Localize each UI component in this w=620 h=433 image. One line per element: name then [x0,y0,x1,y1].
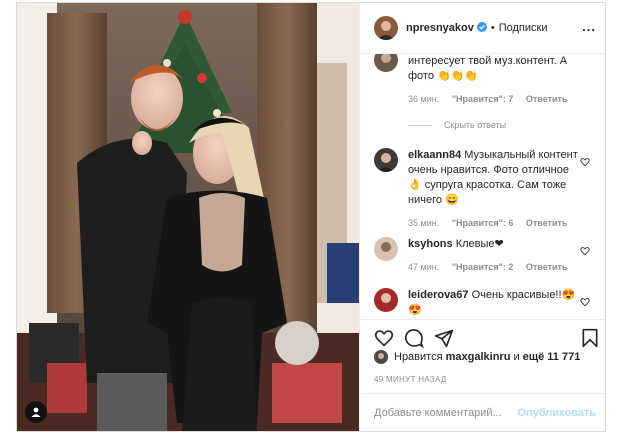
comment-time[interactable]: 35 мин. [408,218,439,228]
comment-avatar[interactable] [374,237,398,261]
comment-avatar[interactable] [374,54,398,72]
header-separator: • [490,22,495,34]
comment-input[interactable]: Добавьте комментарий... [374,407,502,419]
comment-body: интересует твой муз.контент. А фото 👏👏👏 … [408,54,578,107]
likes-prefix: Нравится [394,351,443,363]
author-username[interactable]: npresnyakov [406,22,474,34]
post-comment-button[interactable]: Опубликовать [517,407,596,419]
likes-middle: и [513,351,520,363]
comment-time[interactable]: 47 мин. [408,262,439,272]
comment-body: elkaann84 Музыкальный контент очень нрав… [408,148,578,231]
post-actions [360,319,605,354]
reply-button[interactable]: Ответить [526,218,568,228]
hide-replies-button[interactable]: Скрыть ответы [408,120,506,130]
more-options-button[interactable]: ... [582,19,596,34]
like-comment-icon[interactable] [580,154,590,172]
post-timestamp[interactable]: 49 МИНУТ НАЗАД [374,375,447,384]
liker-avatar[interactable] [374,350,388,364]
comment-username[interactable]: elkaann84 [408,149,461,161]
post-header: npresnyakov • Подписки ... [360,3,605,54]
comment-username[interactable]: ksyhons [408,238,453,250]
verified-badge-icon [476,19,487,37]
author-avatar[interactable] [374,16,398,40]
reply-button[interactable]: Ответить [526,262,568,272]
likes-summary: Нравится maxgalkinru и ещё 11 771 [374,350,580,364]
comment-body: ksyhons Клевые❤ 47 мин. "Нравится": 2 От… [408,237,578,275]
comment-time[interactable]: 36 мин. [408,94,439,104]
comment-meta: 47 мин. "Нравится": 2 Ответить [408,260,578,275]
post-image [17,3,359,431]
comment-meta: 35 мин. "Нравится": 6 Ответить [408,216,578,231]
post-modal: npresnyakov • Подписки ... интересует тв… [16,2,606,432]
comment-meta: 36 мин. "Нравится": 7 Ответить [408,92,578,107]
post-photo[interactable] [17,3,359,431]
comment-body: leiderova67 Очень красивые!!😍😍 [408,288,578,318]
replies-line [408,124,432,126]
comment-text: Клевые❤ [455,238,504,250]
following-button[interactable]: Подписки [499,22,548,34]
hide-replies-label: Скрыть ответы [444,120,507,130]
comment-likes[interactable]: "Нравится": 7 [452,94,514,104]
add-comment-bar: Добавьте комментарий... Опубликовать [360,393,605,431]
post-sidebar: npresnyakov • Подписки ... интересует тв… [359,3,605,431]
like-comment-icon[interactable] [580,294,590,312]
save-icon[interactable] [581,328,599,353]
tagged-users-icon[interactable] [25,401,47,423]
comment-likes[interactable]: "Нравится": 6 [452,218,514,228]
comment-avatar[interactable] [374,288,398,312]
comment-likes[interactable]: "Нравится": 2 [452,262,514,272]
comments-list: интересует твой муз.контент. А фото 👏👏👏 … [360,54,605,318]
comment-text: интересует твой муз.контент. А фото 👏👏👏 [408,55,568,82]
reply-button[interactable]: Ответить [526,94,568,104]
like-comment-icon[interactable] [580,243,590,261]
likes-count[interactable]: ещё 11 771 [523,351,581,363]
comment-username[interactable]: leiderova67 [408,289,469,301]
comment-avatar[interactable] [374,148,398,172]
liker-username[interactable]: maxgalkinru [446,351,511,363]
